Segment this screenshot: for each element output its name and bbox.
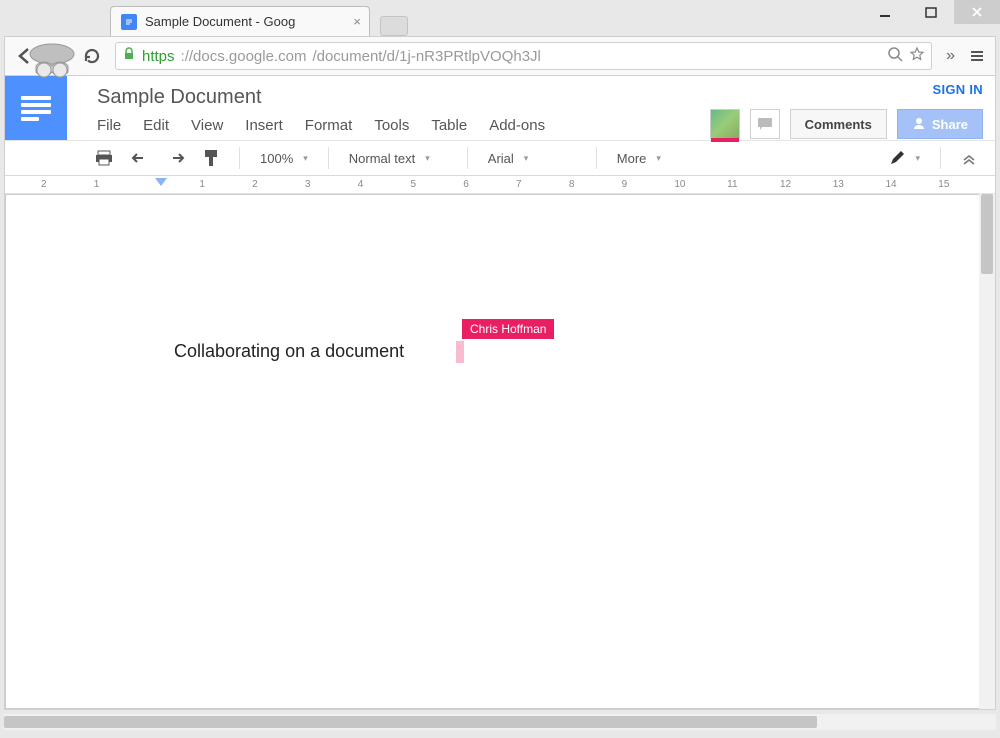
browser-menu-button[interactable] (969, 48, 985, 64)
url-host: ://docs.google.com (181, 48, 307, 65)
menu-view[interactable]: View (191, 117, 223, 134)
window-horizontal-scrollbar[interactable] (4, 714, 996, 730)
comments-button[interactable]: Comments (790, 109, 887, 139)
bookmark-star-icon[interactable] (909, 46, 925, 66)
redo-button[interactable] (161, 151, 191, 165)
browser-tab[interactable]: Sample Document - Goog × (110, 6, 370, 36)
paragraph-style-dropdown[interactable]: Normal text (343, 151, 453, 166)
document-text[interactable]: Collaborating on a document (174, 341, 404, 362)
menu-edit[interactable]: Edit (143, 117, 169, 134)
indent-marker-icon[interactable] (155, 178, 167, 186)
font-dropdown[interactable]: Arial (482, 151, 582, 166)
incognito-icon (22, 34, 82, 94)
menu-insert[interactable]: Insert (245, 117, 283, 134)
document-viewport: Collaborating on a document Chris Hoffma… (5, 194, 995, 709)
menu-file[interactable]: File (97, 117, 121, 134)
new-tab-button[interactable] (380, 16, 408, 36)
docs-header: Sample Document File Edit View Insert Fo… (5, 76, 995, 140)
docs-favicon-icon (121, 14, 137, 30)
chat-button[interactable] (750, 109, 780, 139)
vertical-scrollbar[interactable] (979, 194, 995, 709)
print-button[interactable] (89, 150, 119, 166)
collaborator-avatar[interactable] (710, 109, 740, 139)
url-scheme: https (142, 48, 175, 65)
lock-icon (122, 47, 136, 65)
menu-format[interactable]: Format (305, 117, 353, 134)
search-icon[interactable] (887, 46, 903, 66)
reload-button[interactable] (83, 47, 101, 65)
collaborator-cursor (456, 341, 464, 363)
url-path: /document/d/1j-nR3PRtlpVOQh3Jl (312, 48, 540, 65)
collapse-toolbar-button[interactable] (955, 151, 983, 165)
more-dropdown[interactable]: More (611, 151, 667, 166)
sign-in-link[interactable]: SIGN IN (933, 82, 984, 97)
menu-table[interactable]: Table (431, 117, 467, 134)
tab-close-icon[interactable]: × (353, 14, 361, 29)
docs-app: Sample Document File Edit View Insert Fo… (4, 76, 996, 710)
address-bar-row: https ://docs.google.com/document/d/1j-nR… (4, 36, 996, 76)
tab-title: Sample Document - Goog (145, 14, 295, 29)
editing-mode-button[interactable] (883, 150, 926, 166)
menu-tools[interactable]: Tools (374, 117, 409, 134)
tab-strip: Sample Document - Goog × (4, 4, 996, 36)
paint-format-button[interactable] (197, 149, 225, 167)
toolbar: 100% Normal text Arial More (5, 140, 995, 176)
share-person-icon (912, 116, 926, 133)
document-page[interactable]: Collaborating on a document Chris Hoffma… (5, 194, 995, 709)
address-bar[interactable]: https ://docs.google.com/document/d/1j-nR… (115, 42, 932, 70)
share-button[interactable]: Share (897, 109, 983, 139)
undo-button[interactable] (125, 151, 155, 165)
horizontal-ruler[interactable]: 2 1 1 2 3 4 5 6 7 8 9 10 11 12 13 14 15 (5, 176, 995, 194)
overflow-chevron-icon[interactable]: » (946, 47, 955, 65)
zoom-dropdown[interactable]: 100% (254, 151, 314, 166)
menu-addons[interactable]: Add-ons (489, 117, 545, 134)
collaborator-label: Chris Hoffman (462, 319, 554, 339)
